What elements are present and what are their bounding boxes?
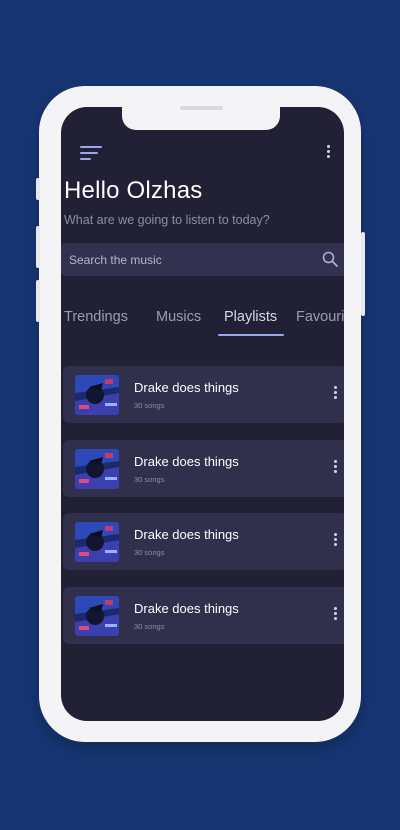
playlist-title: Drake does things: [134, 454, 239, 469]
album-cover-image: [75, 449, 119, 489]
tab-trendings[interactable]: Trendings: [64, 309, 128, 325]
album-cover-image: [75, 522, 119, 562]
category-tabs: Trendings Musics Playlists Favourites: [61, 303, 344, 343]
greeting-title: Hello Olzhas: [64, 177, 203, 204]
phone-speaker: [180, 106, 223, 110]
album-cover-image: [75, 596, 119, 636]
playlist-title: Drake does things: [134, 527, 239, 542]
album-cover-image: [75, 375, 119, 415]
playlist-card[interactable]: Drake does things 30 songs: [63, 366, 344, 423]
playlist-card[interactable]: Drake does things 30 songs: [63, 587, 344, 644]
playlist-card[interactable]: Drake does things 30 songs: [63, 440, 344, 497]
tab-playlists[interactable]: Playlists: [224, 309, 277, 325]
playlist-song-count: 30 songs: [134, 622, 165, 631]
playlist-more-icon[interactable]: [331, 533, 339, 549]
search-bar: [61, 243, 344, 276]
app-screen: Hello Olzhas What are we going to listen…: [61, 107, 344, 721]
playlist-more-icon[interactable]: [331, 607, 339, 623]
playlist-title: Drake does things: [134, 380, 239, 395]
playlist-more-icon[interactable]: [331, 386, 339, 402]
vertical-dots-icon[interactable]: [323, 145, 333, 163]
playlist-song-count: 30 songs: [134, 475, 165, 484]
phone-side-button: [36, 178, 40, 200]
phone-power-button: [361, 232, 365, 316]
phone-volume-down-button: [36, 280, 40, 322]
phone-volume-up-button: [36, 226, 40, 268]
hamburger-menu-icon[interactable]: [80, 145, 104, 163]
search-icon[interactable]: [322, 251, 338, 267]
active-tab-indicator: [218, 334, 284, 336]
playlist-title: Drake does things: [134, 601, 239, 616]
greeting-subtitle: What are we going to listen to today?: [64, 213, 270, 227]
search-input[interactable]: [69, 243, 309, 276]
tab-favourites[interactable]: Favourites: [296, 309, 344, 325]
phone-notch: [122, 107, 280, 130]
playlist-song-count: 30 songs: [134, 401, 165, 410]
playlist-more-icon[interactable]: [331, 460, 339, 476]
playlist-card[interactable]: Drake does things 30 songs: [63, 513, 344, 570]
playlist-song-count: 30 songs: [134, 548, 165, 557]
tab-musics[interactable]: Musics: [156, 309, 201, 325]
